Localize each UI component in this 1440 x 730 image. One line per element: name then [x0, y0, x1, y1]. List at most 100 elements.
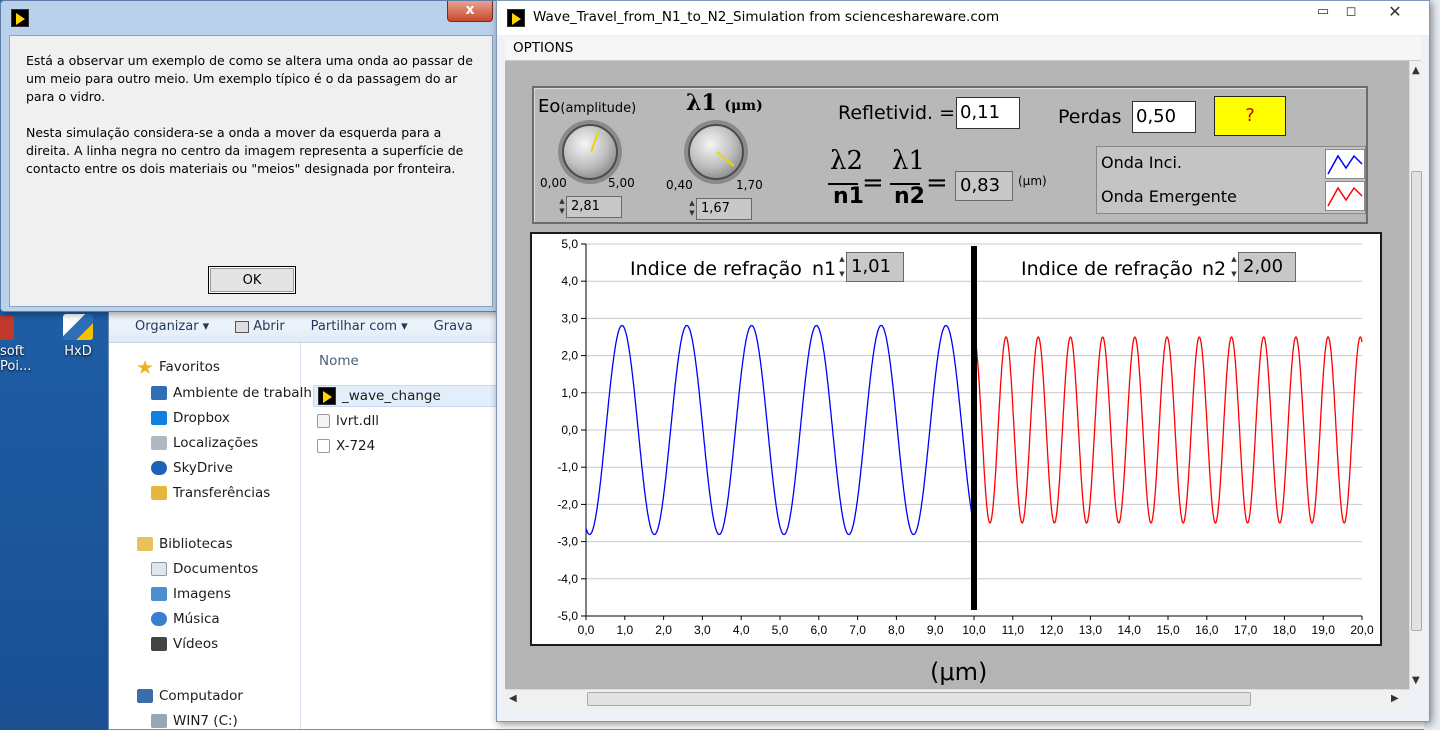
open-button[interactable]: Abrir [235, 319, 285, 334]
organize-button[interactable]: Organizar ▾ [135, 319, 209, 334]
nav-downloads[interactable]: Transferências [151, 485, 270, 501]
lambda2-unit-label: (μm) [1018, 174, 1047, 188]
desktop-icon-powerpoint[interactable]: soft Poi... [0, 316, 31, 374]
formula-n2: n2 [894, 184, 925, 209]
library-icon [137, 537, 153, 551]
scroll-right-arrow[interactable]: ▶ [1391, 693, 1399, 704]
nav-computer[interactable]: Computador [137, 688, 243, 704]
y-tick-label: -5,0 [557, 609, 578, 623]
labview-app-icon [507, 9, 525, 27]
horizontal-scrollbar[interactable]: ◀ ▶ [505, 689, 1409, 709]
eo-spinner[interactable]: ▲ ▼ [558, 196, 566, 218]
nav-desktop[interactable]: Ambiente de trabalh [151, 385, 312, 401]
x-tick-label: 8,0 [888, 623, 905, 637]
x-tick-label: 14,0 [1118, 623, 1142, 637]
powerpoint-icon [0, 316, 14, 340]
nav-libraries[interactable]: Bibliotecas [137, 536, 233, 552]
nav-favorites[interactable]: Favoritos [137, 359, 220, 375]
wave-chart: 5,04,03,02,01,00,0-1,0-2,0-3,0-4,0-5,00,… [557, 237, 1374, 637]
x-tick-label: 7,0 [849, 623, 866, 637]
desktop-icon-hxd[interactable]: HxD [56, 314, 100, 359]
column-header-name[interactable]: Nome [319, 353, 359, 369]
n2-spinner[interactable]: ▲ ▼ [1230, 252, 1238, 282]
nav-music[interactable]: Música [151, 611, 220, 627]
y-tick-label: -4,0 [557, 572, 578, 586]
reflectivity-field[interactable]: 0,11 [956, 97, 1020, 129]
y-tick-label: 4,0 [561, 274, 578, 288]
dialog-paragraph: Nesta simulação considera-se a onda a mo… [26, 125, 464, 176]
n1-label: Indice de refração [630, 258, 802, 280]
menu-options[interactable]: OPTIONS [513, 40, 573, 56]
file-item[interactable]: lvrt.dll [317, 413, 379, 429]
x-tick-label: 4,0 [733, 623, 750, 637]
x-tick-label: 11,0 [1002, 623, 1025, 637]
amplitude-knob[interactable] [562, 124, 618, 180]
file-item[interactable]: _wave_change [313, 385, 499, 407]
y-tick-label: 1,0 [561, 386, 578, 400]
dialog-paragraph: Está a observar um exemplo de como se al… [26, 53, 473, 104]
n1-spinner[interactable]: ▲ ▼ [838, 252, 846, 282]
legend-item-emergent: Onda Emergente [1101, 187, 1237, 206]
dialog-titlebar[interactable]: x [1, 1, 499, 31]
share-button[interactable]: Partilhar com ▾ [311, 319, 408, 334]
x-tick-label: 1,0 [616, 623, 633, 637]
downloads-icon [151, 486, 167, 500]
nav-videos[interactable]: Vídeos [151, 636, 218, 652]
x-tick-label: 20,0 [1350, 623, 1374, 637]
x-axis-unit-label: (μm) [930, 658, 988, 686]
ok-button[interactable]: OK [208, 266, 296, 294]
scroll-thumb[interactable] [1411, 171, 1422, 631]
scroll-thumb[interactable] [587, 692, 1251, 706]
nav-dropbox[interactable]: Dropbox [151, 410, 230, 426]
nav-skydrive[interactable]: SkyDrive [151, 460, 233, 476]
x-tick-label: 19,0 [1312, 623, 1336, 637]
x-tick-label: 17,0 [1234, 623, 1258, 637]
minimize-button[interactable]: ▭ [1309, 3, 1337, 21]
legend-swatch-line [1327, 154, 1363, 175]
eo-max-label: 5,00 [608, 176, 635, 190]
x-tick-label: 2,0 [655, 623, 672, 637]
scroll-up-arrow[interactable]: ▲ [1412, 65, 1420, 76]
file-icon [317, 439, 330, 453]
eo-label: Eo(amplitude) [538, 96, 637, 117]
n2-label: Indice de refração [1021, 258, 1193, 280]
nav-images[interactable]: Imagens [151, 586, 231, 602]
n1-value-field[interactable]: 1,01 [846, 252, 904, 282]
y-tick-label: -2,0 [557, 497, 578, 511]
y-tick-label: -1,0 [557, 460, 578, 474]
knob-needle [590, 130, 600, 153]
lambda1-spinner[interactable]: ▲ ▼ [688, 198, 696, 220]
y-tick-label: 0,0 [561, 423, 578, 437]
nav-places[interactable]: Localizações [151, 435, 258, 451]
scroll-down-arrow[interactable]: ▼ [1412, 675, 1420, 686]
dialog-body: Está a observar um exemplo de como se al… [9, 35, 493, 307]
x-tick-label: 6,0 [810, 623, 827, 637]
reflectivity-label: Refletivid. = [838, 102, 956, 124]
labview-app-icon [11, 9, 29, 27]
y-tick-label: -3,0 [557, 535, 578, 549]
formula-lambda1: λ1 [892, 146, 926, 176]
lambda1-value-field[interactable]: 1,67 [696, 198, 752, 220]
file-list: Nome _wave_change lvrt.dll X-724 [305, 343, 505, 729]
n2-value-field[interactable]: 2,00 [1238, 252, 1296, 282]
nav-documents[interactable]: Documentos [151, 561, 258, 577]
losses-field[interactable]: 0,50 [1132, 101, 1196, 133]
eo-value-field[interactable]: 2,81 [566, 196, 622, 218]
close-button[interactable]: ✕ [1381, 3, 1409, 21]
x-tick-label: 15,0 [1156, 623, 1180, 637]
maximize-button[interactable]: ◻ [1337, 3, 1365, 21]
simulation-titlebar[interactable]: Wave_Travel_from_N1_to_N2_Simulation fro… [497, 1, 1429, 35]
lambda1-label: λ1 (μm) [686, 90, 763, 116]
x-tick-label: 0,0 [578, 623, 595, 637]
nav-drive-c[interactable]: WIN7 (C:) [151, 713, 238, 729]
n1-name: n1 [812, 258, 837, 280]
scroll-left-arrow[interactable]: ◀ [509, 693, 517, 704]
burn-button[interactable]: Grava [434, 319, 473, 334]
dialog-close-button[interactable]: x [447, 1, 493, 22]
x-tick-label: 9,0 [927, 623, 944, 637]
wavelength-knob[interactable] [688, 124, 744, 180]
help-button[interactable]: ? [1214, 96, 1286, 136]
file-item[interactable]: X-724 [317, 438, 375, 454]
desktop-icon-label: HxD [64, 344, 92, 359]
vertical-scrollbar[interactable]: ▲ ▼ [1409, 61, 1423, 689]
